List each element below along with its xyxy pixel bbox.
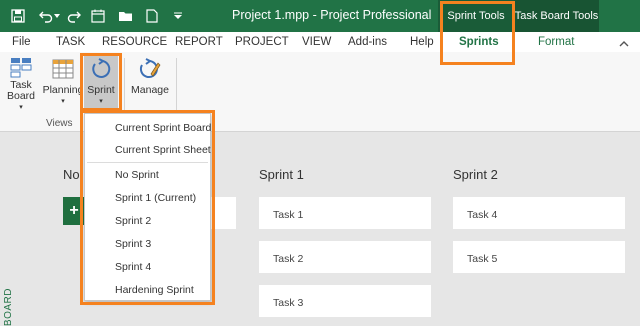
menu-item-current-sprint-board[interactable]: Current Sprint Board	[85, 118, 211, 138]
new-file-icon[interactable]	[144, 8, 160, 24]
open-folder-icon[interactable]	[118, 8, 134, 24]
planning-grid-icon	[51, 55, 75, 83]
menu-item-current-sprint-sheet[interactable]: Current Sprint Sheet	[85, 140, 211, 160]
manage-button[interactable]: Manage	[130, 55, 170, 113]
planning-dropdown-icon: ▾	[61, 98, 65, 105]
task-card[interactable]: Task 4	[453, 197, 625, 229]
menu-item-sprint-2[interactable]: Sprint 2	[85, 211, 210, 231]
tab-file[interactable]: File	[12, 36, 31, 48]
tab-addins[interactable]: Add-ins	[348, 36, 387, 48]
calendar-icon[interactable]	[90, 8, 106, 24]
task-board-dropdown-icon: ▾	[19, 104, 23, 111]
task-card[interactable]: Task 5	[453, 241, 625, 273]
tab-format[interactable]: Format	[538, 36, 574, 48]
save-icon[interactable]	[10, 8, 26, 24]
sprint-button[interactable]: Sprint ▾	[84, 55, 118, 113]
undo-dropdown-icon[interactable]	[53, 8, 61, 24]
sprint-dropdown-icon: ▾	[99, 98, 103, 105]
sprint-cycle-icon	[89, 55, 113, 83]
board-side-tab: BOARD	[3, 288, 14, 326]
tab-help[interactable]: Help	[410, 36, 434, 48]
menu-item-sprint-1[interactable]: Sprint 1 (Current)	[85, 188, 210, 208]
collapse-ribbon-icon[interactable]	[616, 36, 632, 52]
task-board-button[interactable]: Task Board ▾	[6, 55, 36, 113]
views-group-label: Views	[46, 118, 73, 129]
task-card[interactable]: Task 1	[259, 197, 431, 229]
menu-item-sprint-3[interactable]: Sprint 3	[85, 234, 210, 254]
tab-view[interactable]: VIEW	[302, 36, 331, 48]
menu-item-hardening-sprint[interactable]: Hardening Sprint	[85, 280, 210, 300]
undo-icon[interactable]	[38, 8, 54, 24]
task-board-label-2: Board	[6, 90, 36, 102]
column-title-sprint-2: Sprint 2	[453, 167, 498, 182]
sprint-dropdown-menu: Current Sprint Board Current Sprint Shee…	[84, 113, 211, 301]
tab-sprints[interactable]: Sprints	[459, 36, 499, 48]
tab-task[interactable]: TASK	[56, 36, 85, 48]
ribbon-tabs: File TASK RESOURCE REPORT PROJECT VIEW A…	[0, 32, 640, 52]
redo-icon[interactable]	[66, 8, 82, 24]
add-task-button[interactable]: +	[63, 197, 85, 225]
customize-toolbar-icon[interactable]	[170, 8, 186, 24]
planning-button[interactable]: Planning ▾	[42, 55, 84, 113]
tab-project[interactable]: PROJECT	[235, 36, 289, 48]
planning-label: Planning	[42, 84, 84, 96]
manage-sprints-icon	[138, 55, 162, 83]
sprint-tools-context: Sprint Tools	[438, 0, 514, 32]
tab-resource[interactable]: RESOURCE	[102, 36, 167, 48]
menu-item-no-sprint[interactable]: No Sprint	[85, 165, 210, 185]
manage-label: Manage	[131, 84, 169, 96]
column-title-sprint-1: Sprint 1	[259, 167, 304, 182]
title-bar: Project 1.mpp - Project Professional Spr…	[0, 0, 640, 32]
sprint-label: Sprint	[87, 84, 115, 96]
column-title-no-sprint: No	[63, 167, 80, 182]
tab-report[interactable]: REPORT	[175, 36, 223, 48]
task-card[interactable]: Task 3	[259, 285, 431, 317]
menu-separator	[87, 162, 208, 163]
task-board-tools-context: Task Board Tools	[514, 0, 599, 32]
task-card[interactable]: Task 2	[259, 241, 431, 273]
task-board-icon	[9, 55, 33, 78]
window-title: Project 1.mpp - Project Professional	[232, 8, 432, 22]
menu-item-sprint-4[interactable]: Sprint 4	[85, 257, 210, 277]
